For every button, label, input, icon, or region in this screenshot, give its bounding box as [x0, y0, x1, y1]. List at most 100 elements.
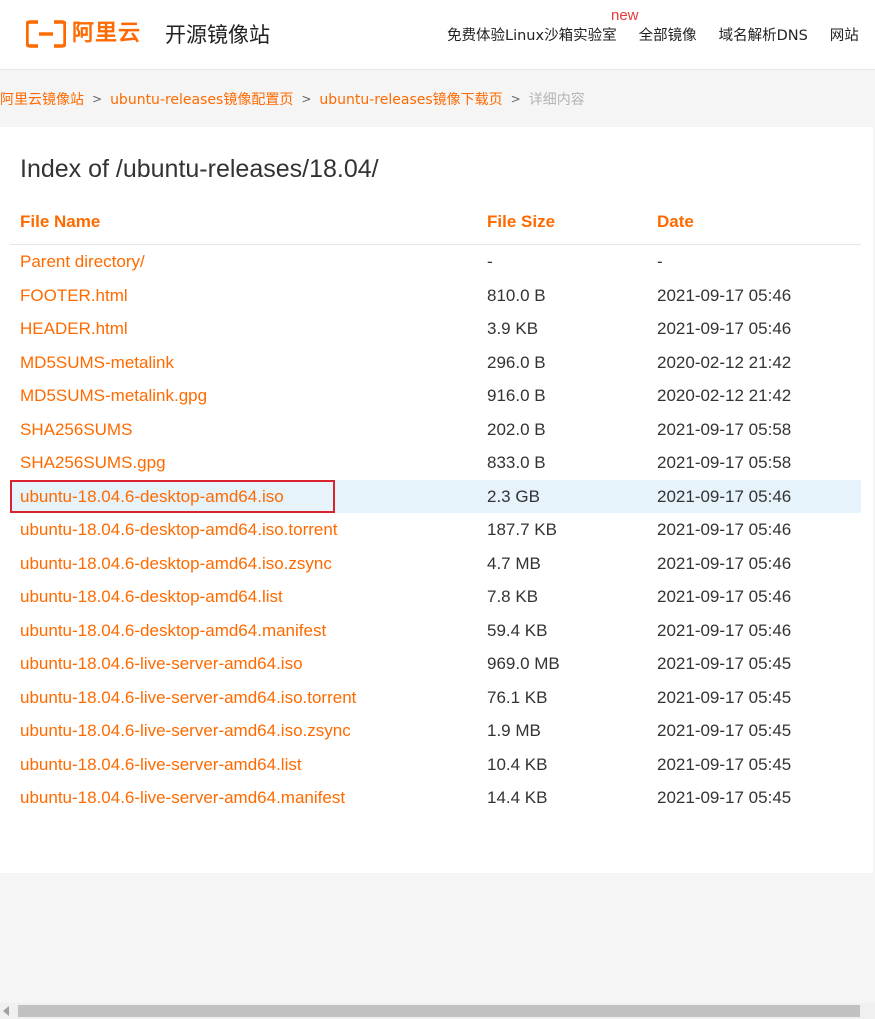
content-card: Index of /ubuntu-releases/18.04/ File Na… [0, 127, 873, 873]
file-size: 810.0 B [487, 285, 546, 305]
table-header: File Name File Size Date [10, 207, 861, 245]
aliyun-logo[interactable]: 阿里云 [26, 20, 141, 48]
scrollbar-thumb[interactable] [18, 1005, 860, 1017]
nav-item-label: 免费体验Linux沙箱实验室 [447, 28, 617, 44]
file-size: 187.7 KB [487, 520, 557, 539]
file-name-link[interactable]: ubuntu-18.04.6-desktop-amd64.list [20, 587, 283, 607]
file-size: 76.1 KB [487, 687, 548, 707]
breadcrumb-separator: > [92, 92, 103, 106]
file-name-link[interactable]: ubuntu-18.04.6-live-server-amd64.iso [20, 654, 303, 674]
file-date: 2021-09-17 05:46 [657, 285, 792, 305]
nav-item-linux-lab[interactable]: 免费体验Linux沙箱实验室 new [447, 7, 639, 46]
file-date: 2021-09-17 05:46 [657, 587, 792, 606]
table-row[interactable]: ubuntu-18.04.6-desktop-amd64.list 7.8 KB 2… [10, 580, 861, 614]
nav-item-website[interactable]: 网站 [830, 26, 859, 46]
table-row[interactable]: SHA256SUMS.gpg 833.0 B 2021-09-17 05:58 [10, 446, 861, 480]
table-row[interactable]: ubuntu-18.04.6-live-server-amd64.iso.tor… [10, 681, 861, 715]
file-date: 2021-09-17 05:45 [657, 754, 792, 774]
file-size: 14.4 KB [487, 788, 548, 807]
table-row[interactable]: ubuntu-18.04.6-desktop-amd64.iso 2.3 GB 20… [10, 479, 861, 513]
logo-text: 阿里云 [72, 21, 142, 46]
nav-item-all-mirrors[interactable]: 全部镜像 [639, 26, 697, 46]
breadcrumb-download-page[interactable]: ubuntu-releases镜像下载页 [319, 89, 502, 109]
file-name-link[interactable]: ubuntu-18.04.6-live-server-amd64.iso.tor… [20, 688, 356, 708]
file-name-link[interactable]: HEADER.html [20, 319, 128, 339]
nav-item-label: 网站 [829, 28, 859, 44]
nav-item-dns[interactable]: 域名解析DNS [719, 26, 808, 46]
table-row[interactable]: SHA256SUMS 202.0 B 2021-09-17 05:58 [10, 413, 861, 447]
file-size: 4.7 MB [487, 553, 541, 573]
file-name-link[interactable]: FOOTER.html [20, 286, 128, 306]
file-size: 3.9 KB [487, 319, 539, 338]
file-date: 2021-09-17 05:45 [657, 654, 792, 673]
breadcrumb-home[interactable]: 阿里云镜像站 [0, 89, 84, 109]
file-size: - [487, 252, 493, 271]
file-date: 2021-09-17 05:45 [657, 721, 792, 740]
column-header-size[interactable]: File Size [487, 212, 555, 232]
file-date: 2021-09-17 05:58 [657, 453, 792, 472]
table-row[interactable]: ubuntu-18.04.6-desktop-amd64.iso.torrent… [10, 513, 861, 547]
table-row[interactable]: Parent directory/ - - [10, 245, 861, 279]
site-header: 阿里云 开源镜像站 免费体验Linux沙箱实验室 new 全部镜像 域名解析DN… [0, 0, 875, 70]
nav-item-label: 域名解析DNS [718, 28, 808, 44]
file-size: 833.0 B [487, 453, 546, 472]
file-date: 2021-09-17 05:58 [657, 419, 792, 439]
file-date: 2021-09-17 05:46 [657, 520, 792, 539]
file-size: 2.3 GB [487, 486, 540, 506]
breadcrumb-separator: > [301, 92, 312, 106]
column-header-date[interactable]: Date [657, 212, 694, 232]
scroll-left-arrow-icon[interactable] [3, 1006, 9, 1016]
file-name-link[interactable]: ubuntu-18.04.6-desktop-amd64.manifest [20, 621, 326, 641]
file-date: 2021-09-17 05:46 [657, 553, 792, 573]
file-name-link[interactable]: SHA256SUMS.gpg [20, 453, 166, 473]
file-date: 2020-02-12 21:42 [657, 352, 792, 372]
table-row[interactable]: ubuntu-18.04.6-live-server-amd64.manifes… [10, 781, 861, 815]
horizontal-scrollbar[interactable] [0, 1003, 875, 1019]
breadcrumb-config-page[interactable]: ubuntu-releases镜像配置页 [110, 89, 293, 109]
file-name-link[interactable]: MD5SUMS-metalink [20, 353, 174, 373]
file-date: 2020-02-12 21:42 [657, 386, 792, 405]
breadcrumb: 阿里云镜像站 > ubuntu-releases镜像配置页 > ubuntu-r… [0, 88, 585, 110]
column-header-name[interactable]: File Name [20, 212, 100, 232]
file-name-link[interactable]: ubuntu-18.04.6-desktop-amd64.iso.zsync [20, 554, 332, 574]
file-name-link[interactable]: ubuntu-18.04.6-live-server-amd64.manifes… [20, 788, 345, 808]
table-row[interactable]: HEADER.html 3.9 KB 2021-09-17 05:46 [10, 312, 861, 346]
table-row[interactable]: ubuntu-18.04.6-desktop-amd64.manifest 59.… [10, 614, 861, 648]
table-row[interactable]: ubuntu-18.04.6-desktop-amd64.iso.zsync 4.… [10, 547, 861, 581]
file-name-link[interactable]: Parent directory/ [20, 252, 145, 272]
file-name-link[interactable]: ubuntu-18.04.6-live-server-amd64.iso.zsy… [20, 721, 351, 741]
file-size: 59.4 KB [487, 620, 548, 640]
file-size: 1.9 MB [487, 721, 541, 740]
file-date: 2021-09-17 05:46 [657, 620, 792, 640]
file-size: 296.0 B [487, 352, 546, 372]
file-name-link[interactable]: SHA256SUMS [20, 420, 132, 440]
file-date: - [657, 252, 663, 271]
table-row[interactable]: ubuntu-18.04.6-live-server-amd64.list 10.… [10, 748, 861, 782]
file-name-link[interactable]: ubuntu-18.04.6-live-server-amd64.list [20, 755, 302, 775]
nav-item-label: 全部镜像 [638, 28, 697, 44]
file-size: 969.0 MB [487, 654, 560, 673]
breadcrumb-current: 详细内容 [528, 92, 585, 108]
table-body: Parent directory/ - - FOOTER.html 810.0 B 202… [10, 245, 861, 815]
file-name-link[interactable]: MD5SUMS-metalink.gpg [20, 386, 207, 406]
file-listing: File Name File Size Date Parent director… [10, 207, 861, 815]
file-name-link[interactable]: ubuntu-18.04.6-desktop-amd64.iso [20, 487, 284, 507]
table-row[interactable]: ubuntu-18.04.6-live-server-amd64.iso.zsy… [10, 714, 861, 748]
file-date: 2021-09-17 05:46 [657, 486, 792, 506]
new-badge: new [611, 7, 639, 24]
table-row[interactable]: MD5SUMS-metalink.gpg 916.0 B 2020-02-12 21… [10, 379, 861, 413]
table-row[interactable]: ubuntu-18.04.6-live-server-amd64.iso 969.… [10, 647, 861, 681]
table-row[interactable]: MD5SUMS-metalink 296.0 B 2020-02-12 21:42 [10, 346, 861, 380]
file-size: 202.0 B [487, 419, 546, 439]
file-size: 10.4 KB [487, 754, 548, 774]
table-row[interactable]: FOOTER.html 810.0 B 2021-09-17 05:46 [10, 279, 861, 313]
file-date: 2021-09-17 05:45 [657, 687, 792, 707]
site-title: 开源镜像站 [165, 23, 270, 47]
aliyun-logo-icon [26, 20, 66, 48]
file-name-link[interactable]: ubuntu-18.04.6-desktop-amd64.iso.torrent [20, 520, 338, 540]
file-date: 2021-09-17 05:45 [657, 788, 792, 807]
breadcrumb-separator: > [510, 92, 521, 106]
file-size: 7.8 KB [487, 587, 539, 606]
top-nav: 免费体验Linux沙箱实验室 new 全部镜像 域名解析DNS 网站 [447, 7, 875, 46]
file-date: 2021-09-17 05:46 [657, 319, 792, 338]
